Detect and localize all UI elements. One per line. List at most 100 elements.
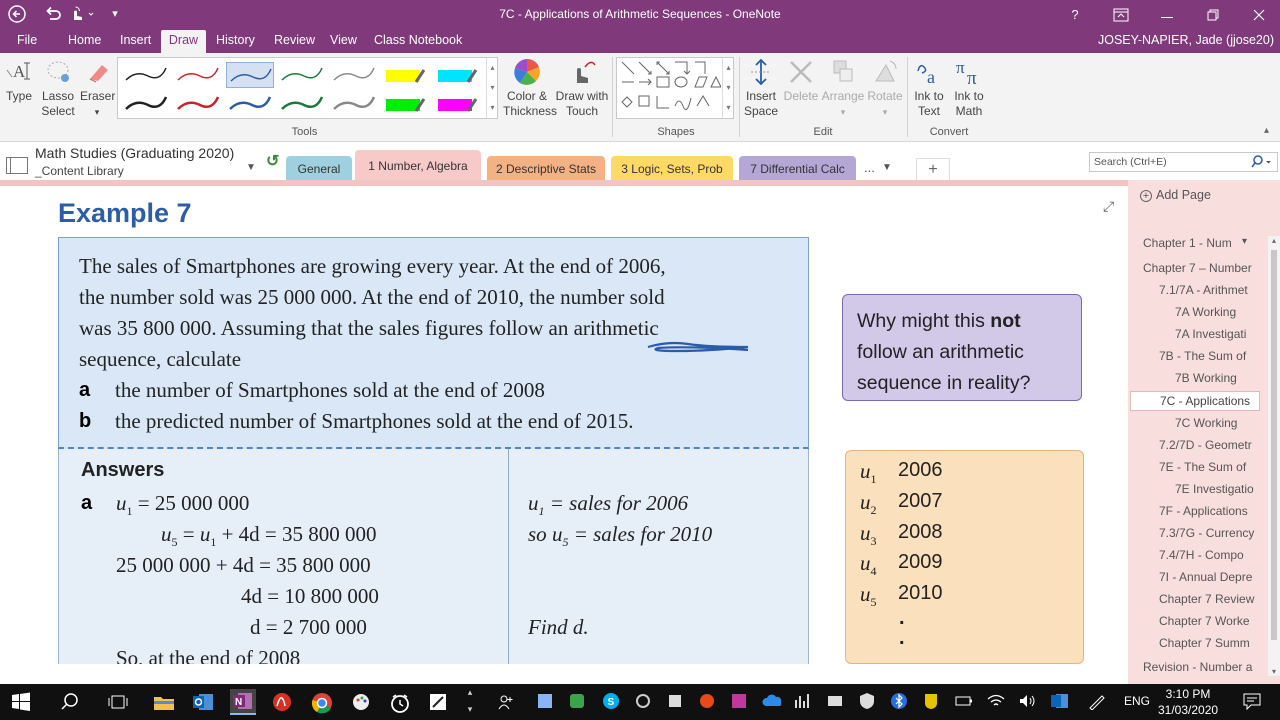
snip-app-icon[interactable] xyxy=(428,692,448,712)
tray-app-icon[interactable] xyxy=(922,692,942,712)
tab-review[interactable]: Review xyxy=(274,33,315,47)
restore-icon[interactable] xyxy=(1190,0,1236,30)
collapse-ribbon-icon[interactable]: ▴ xyxy=(1264,125,1269,136)
tray-app-icon[interactable] xyxy=(634,692,654,712)
type-button[interactable]: A Type xyxy=(4,57,34,104)
insert-space-button[interactable]: Insert Space xyxy=(742,57,780,119)
pen-red-2[interactable] xyxy=(174,91,222,117)
outlook-tray-icon[interactable] xyxy=(1050,692,1070,712)
input-language[interactable]: ENG xyxy=(1124,694,1150,708)
tab-home[interactable]: Home xyxy=(68,33,101,47)
taskbar-scroll[interactable]: ▴ ▾ xyxy=(464,684,476,720)
system-clock[interactable]: 3:10 PM 31/03/2020 xyxy=(1158,686,1218,718)
page-item[interactable]: 7B - The Sum of xyxy=(1159,349,1246,363)
tab-view[interactable]: View xyxy=(330,33,357,47)
section-tab-differential-calc[interactable]: 7 Differential Calc xyxy=(739,156,856,182)
tray-app-icon[interactable] xyxy=(698,692,718,712)
pdf-app-icon[interactable] xyxy=(271,692,291,712)
people-icon[interactable] xyxy=(496,692,516,712)
notebook-dropdown-icon[interactable]: ▼ xyxy=(246,162,256,173)
collapse-chevron-icon[interactable]: ▾ xyxy=(1242,236,1247,247)
pen-black-2[interactable] xyxy=(122,91,170,117)
lasso-select-button[interactable]: Lasso Select xyxy=(38,57,78,119)
pages-scrollbar[interactable]: ▴ ▾ xyxy=(1268,236,1280,676)
page-item-selected[interactable]: 7C - Applications xyxy=(1130,391,1260,411)
page-item[interactable]: Chapter 7 Worke xyxy=(1159,614,1250,628)
skype-icon[interactable]: S xyxy=(602,692,622,712)
add-page-button[interactable]: + Add Page xyxy=(1140,188,1211,202)
outlook-icon[interactable] xyxy=(192,692,213,712)
pen-black-1[interactable] xyxy=(122,62,170,88)
pen-gray-1[interactable] xyxy=(330,62,378,88)
page-canvas[interactable]: Example 7 ⤢ The sales of Smartphones are… xyxy=(0,186,1128,664)
page-item[interactable]: 7A Working xyxy=(1175,305,1236,319)
wifi-icon[interactable] xyxy=(986,692,1006,712)
delete-button[interactable]: Delete xyxy=(782,57,820,104)
pen-blue-1[interactable] xyxy=(226,62,274,88)
pen-red-1[interactable] xyxy=(174,62,222,88)
tab-class-notebook[interactable]: Class Notebook xyxy=(374,33,462,47)
chrome-icon[interactable] xyxy=(311,692,332,714)
task-view-icon[interactable] xyxy=(108,692,128,712)
tray-app-icon[interactable] xyxy=(730,692,750,712)
tray-app-icon[interactable] xyxy=(666,692,686,712)
section-tab-number-algebra[interactable]: 1 Number, Algebra xyxy=(355,150,481,182)
highlighter-magenta[interactable] xyxy=(434,91,482,117)
section-tab-logic-sets-prob[interactable]: 3 Logic, Sets, Prob xyxy=(611,156,733,182)
eraser-button[interactable]: Eraser ▾ xyxy=(80,57,115,120)
page-item[interactable]: 7E Investigatio xyxy=(1175,482,1254,496)
tab-draw[interactable]: Draw xyxy=(161,30,206,53)
sync-icon[interactable]: ↺ xyxy=(266,151,279,171)
page-item[interactable]: Chapter 7 Review xyxy=(1159,592,1254,606)
rotate-dropdown-icon[interactable]: ▾ xyxy=(883,107,888,117)
expand-page-icon[interactable]: ⤢ xyxy=(1103,198,1114,215)
page-item[interactable]: 7A Investigati xyxy=(1175,327,1246,341)
close-icon[interactable] xyxy=(1236,0,1280,30)
eraser-dropdown-icon[interactable]: ▾ xyxy=(95,107,100,117)
paint-app-icon[interactable] xyxy=(351,692,371,712)
pen-green-1[interactable] xyxy=(278,62,326,88)
section-group-name[interactable]: _Content Library xyxy=(35,164,124,178)
highlighter-green[interactable] xyxy=(382,91,430,117)
page-item[interactable]: 7F - Applications xyxy=(1159,504,1248,518)
page-item[interactable]: 7.4/7H - Compo xyxy=(1159,548,1244,562)
tab-insert[interactable]: Insert xyxy=(120,33,151,47)
page-item[interactable]: Chapter 1 - Num xyxy=(1143,236,1232,250)
onedrive-icon[interactable] xyxy=(762,692,782,712)
tab-file[interactable]: File xyxy=(17,33,37,47)
search-icon[interactable] xyxy=(1251,154,1273,175)
page-item[interactable]: 7.2/7D - Geometr xyxy=(1159,438,1252,452)
notebook-icon[interactable] xyxy=(6,157,28,174)
color-thickness-button[interactable]: Color & Thickness xyxy=(503,57,557,119)
pen-blue-2[interactable] xyxy=(226,91,274,117)
help-button[interactable]: ? xyxy=(1052,0,1098,30)
pen-green-2[interactable] xyxy=(278,91,326,117)
notebook-name[interactable]: Math Studies (Graduating 2020) xyxy=(35,145,234,161)
tray-app-icon[interactable] xyxy=(536,692,556,712)
arrange-button[interactable]: Arrange ▾ xyxy=(820,57,866,120)
page-item[interactable]: 7.3/7G - Currency xyxy=(1159,526,1254,540)
page-item[interactable]: 7E - The Sum of xyxy=(1159,460,1246,474)
page-item[interactable]: 7I - Annual Depre xyxy=(1159,570,1252,584)
bluetooth-icon[interactable] xyxy=(890,692,910,712)
page-item[interactable]: 7C Working xyxy=(1175,416,1237,430)
section-tab-general[interactable]: General xyxy=(286,156,352,182)
pen-workspace-icon[interactable] xyxy=(1086,692,1106,712)
file-explorer-icon[interactable] xyxy=(153,692,174,712)
clock-app-icon[interactable] xyxy=(389,692,409,713)
add-section-button[interactable]: + xyxy=(916,158,950,182)
search-input[interactable]: Search (Ctrl+E) xyxy=(1089,152,1278,172)
tray-app-icon[interactable] xyxy=(826,692,846,712)
section-tab-descriptive-stats[interactable]: 2 Descriptive Stats xyxy=(487,156,605,182)
more-sections-button[interactable]: ... xyxy=(864,160,875,175)
page-item[interactable]: 7.1/7A - Arithmet xyxy=(1159,283,1248,297)
ink-to-text-button[interactable]: a Ink to Text xyxy=(910,57,948,119)
ink-scribble[interactable] xyxy=(644,337,754,357)
page-item[interactable]: Chapter 7 – Number xyxy=(1143,261,1252,275)
minimize-icon[interactable] xyxy=(1144,0,1190,30)
fullscreen-icon[interactable] xyxy=(1098,0,1144,30)
user-account[interactable]: JOSEY-NAPIER, Jade (jjose20) xyxy=(1098,33,1274,47)
tray-app-icon[interactable] xyxy=(794,692,814,712)
pen-gray-2[interactable] xyxy=(330,91,378,117)
page-item[interactable]: 7B Working xyxy=(1175,371,1237,385)
